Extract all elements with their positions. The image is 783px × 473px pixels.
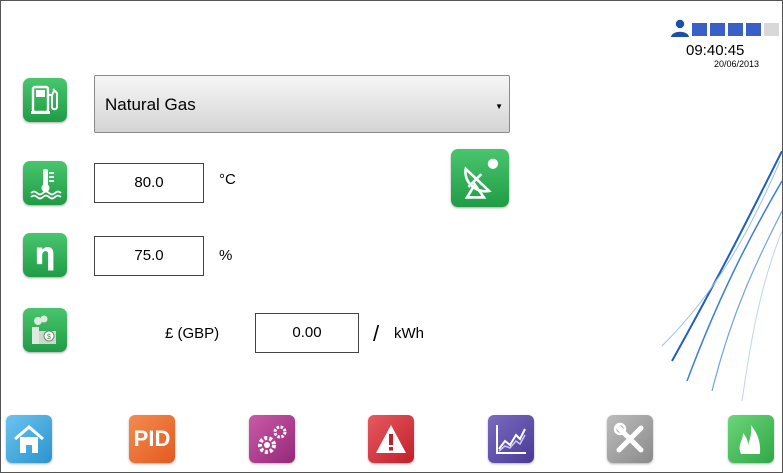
fuel-cost-button[interactable]: $	[23, 308, 67, 352]
efficiency-unit: %	[219, 247, 233, 264]
signal-block-icon	[746, 23, 761, 36]
fuel-cost-icon: $	[32, 315, 56, 344]
temperature-input[interactable]: 80.0	[94, 163, 204, 203]
cost-input[interactable]: 0.00	[255, 313, 359, 353]
screen-frame: 09:40:45 20/06/2013 Natural Gas ▼ 80.0 °…	[0, 0, 783, 473]
cost-separator: /	[373, 321, 380, 346]
efficiency-input[interactable]: 75.0	[94, 236, 204, 276]
clock-date: 20/06/2013	[714, 59, 760, 69]
nav-pid-button[interactable]: PID	[129, 415, 175, 463]
eta-icon: η	[34, 237, 56, 272]
svg-text:$: $	[47, 334, 51, 341]
efficiency-button[interactable]: η	[23, 233, 67, 277]
alarm-warning-icon	[376, 425, 406, 453]
nav-trend-button[interactable]	[488, 415, 534, 463]
nav-home-button[interactable]	[6, 415, 52, 463]
status-area: 09:40:45 20/06/2013	[666, 19, 782, 69]
currency-label: £ (GBP)	[165, 325, 220, 342]
water-temperature-icon	[30, 169, 62, 200]
decorative-swoosh	[662, 151, 782, 401]
fuel-type-value: Natural Gas	[105, 95, 196, 114]
flame-icon	[739, 425, 761, 454]
nav-tools-button[interactable]	[607, 415, 653, 463]
signal-block-icon	[710, 23, 725, 36]
user-icon[interactable]	[670, 19, 690, 37]
fuel-type-button[interactable]	[23, 78, 67, 122]
signal-block-icon	[764, 23, 779, 36]
pid-label: PID	[133, 426, 171, 451]
temperature-unit: °C	[219, 171, 236, 188]
signal-block-icon	[728, 23, 743, 36]
nav-flame-button[interactable]	[728, 415, 774, 463]
satellite-button[interactable]	[451, 149, 509, 207]
gears-icon	[258, 425, 287, 454]
home-icon	[14, 425, 44, 453]
tools-icon	[613, 422, 644, 453]
nav-settings-button[interactable]	[249, 415, 295, 463]
chevron-down-icon: ▼	[495, 102, 503, 111]
satellite-dish-icon	[464, 158, 499, 199]
clock-time: 09:40:45	[686, 42, 745, 59]
trend-chart-icon	[496, 425, 526, 454]
fuel-type-select[interactable]: Natural Gas ▼	[94, 75, 510, 133]
fuel-pump-icon	[31, 85, 58, 114]
temperature-button[interactable]	[23, 161, 67, 205]
signal-block-icon	[692, 23, 707, 36]
cost-unit: kWh	[394, 325, 424, 342]
nav-alarm-button[interactable]	[368, 415, 414, 463]
